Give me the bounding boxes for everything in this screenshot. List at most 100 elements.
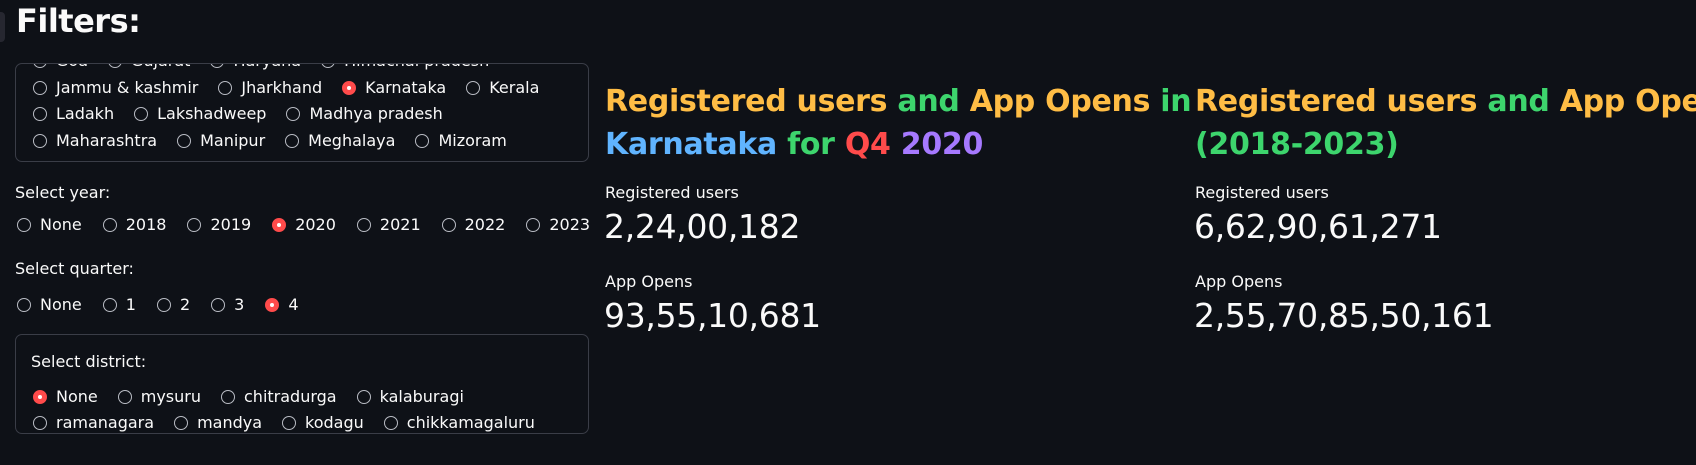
year-option-label: 2022 <box>464 215 506 234</box>
headline-segment: Registered users <box>1195 84 1478 119</box>
state-option-karnataka[interactable]: Karnataka <box>342 78 446 97</box>
headline-segment: in <box>1150 84 1192 119</box>
state-option-label: Jharkhand <box>241 78 323 97</box>
radio-selected-icon[interactable] <box>265 297 280 312</box>
state-option-label: Manipur <box>200 131 266 150</box>
headline-segment: App Opens <box>969 84 1151 119</box>
year-option-2022[interactable]: 2022 <box>441 215 506 234</box>
radio-unselected-icon[interactable] <box>221 389 235 404</box>
overall-headline-line2: (2018-2023) <box>1195 123 1399 166</box>
district-option-ramanagara[interactable]: ramanagara <box>33 413 154 432</box>
radio-unselected-icon[interactable] <box>282 415 297 430</box>
state-registered-label: Registered users <box>605 183 739 202</box>
state-option-label: Jammu & kashmir <box>56 78 199 97</box>
quarter-option-4[interactable]: 4 <box>265 295 299 314</box>
radio-unselected-icon[interactable] <box>383 415 398 430</box>
year-option-label: 2019 <box>210 215 252 234</box>
state-option-mizoram[interactable]: Mizoram <box>415 131 507 150</box>
radio-unselected-icon[interactable] <box>218 80 233 95</box>
radio-selected-icon[interactable] <box>33 389 47 404</box>
radio-unselected-icon[interactable] <box>17 297 31 312</box>
radio-unselected-icon[interactable] <box>356 217 371 232</box>
radio-unselected-icon[interactable] <box>102 297 117 312</box>
district-option-none[interactable]: None <box>33 387 98 406</box>
radio-unselected-icon[interactable] <box>210 64 225 68</box>
state-radio-row: Maharashtra Manipur Meghalaya Mizoram <box>33 131 527 150</box>
radio-unselected-icon[interactable] <box>286 106 301 121</box>
district-option-label: mandya <box>197 413 263 432</box>
year-option-label: 2023 <box>549 215 591 234</box>
year-option-2021[interactable]: 2021 <box>356 215 421 234</box>
state-option-maharashtra[interactable]: Maharashtra <box>33 131 157 150</box>
headline-segment: Q4 <box>844 127 891 162</box>
radio-unselected-icon[interactable] <box>177 133 192 148</box>
radio-unselected-icon[interactable] <box>134 106 149 121</box>
state-option-goa[interactable]: Goa <box>33 64 88 70</box>
radio-unselected-icon[interactable] <box>117 389 132 404</box>
headline-segment: Karnataka <box>605 127 777 162</box>
year-option-none[interactable]: None <box>17 215 82 234</box>
state-option-label: Goa <box>56 64 88 70</box>
district-selector[interactable]: Select district: None mysuru chitradurga ka… <box>15 334 589 434</box>
radio-unselected-icon[interactable] <box>211 297 226 312</box>
quarter-option-3[interactable]: 3 <box>211 295 244 314</box>
radio-unselected-icon[interactable] <box>102 217 117 232</box>
state-option-ladakh[interactable]: Ladakh <box>33 104 114 123</box>
radio-unselected-icon[interactable] <box>174 415 189 430</box>
radio-unselected-icon[interactable] <box>33 80 47 95</box>
sidebar-edge[interactable] <box>0 12 5 42</box>
year-option-2023[interactable]: 2023 <box>526 215 590 234</box>
quarter-radio-group: None 1 2 3 4 <box>17 295 320 314</box>
state-option-madhya-pradesh[interactable]: Madhya pradesh <box>286 104 443 123</box>
radio-unselected-icon[interactable] <box>17 217 31 232</box>
district-option-chikkamagaluru[interactable]: chikkamagaluru <box>383 413 535 432</box>
state-option-jammu-kashmir[interactable]: Jammu & kashmir <box>33 78 198 97</box>
radio-unselected-icon[interactable] <box>33 106 47 121</box>
district-option-kodagu[interactable]: kodagu <box>282 413 364 432</box>
state-selector[interactable]: Goa Gujarat Haryana Himachal pradesh Jammu &… <box>15 63 589 162</box>
state-option-himachal-pradesh[interactable]: Himachal pradesh <box>321 64 489 70</box>
year-option-2019[interactable]: 2019 <box>187 215 251 234</box>
year-label: Select year: <box>15 183 111 202</box>
radio-unselected-icon[interactable] <box>441 217 456 232</box>
district-label: Select district: <box>31 352 147 371</box>
state-option-haryana[interactable]: Haryana <box>210 64 301 70</box>
state-radio-row: Goa Gujarat Haryana Himachal pradesh <box>33 64 509 70</box>
quarter-option-1[interactable]: 1 <box>102 295 136 314</box>
quarter-option-2[interactable]: 2 <box>156 295 190 314</box>
headline-segment: and <box>887 84 970 119</box>
district-option-chitradurga[interactable]: chitradurga <box>221 387 337 406</box>
radio-unselected-icon[interactable] <box>108 64 122 68</box>
radio-unselected-icon[interactable] <box>33 415 47 430</box>
radio-unselected-icon[interactable] <box>33 133 47 148</box>
radio-unselected-icon[interactable] <box>285 133 300 148</box>
district-option-mysuru[interactable]: mysuru <box>117 387 201 406</box>
radio-unselected-icon[interactable] <box>33 64 47 68</box>
state-option-manipur[interactable]: Manipur <box>177 131 265 150</box>
state-option-gujarat[interactable]: Gujarat <box>108 64 190 70</box>
state-option-lakshadweep[interactable]: Lakshadweep <box>134 104 266 123</box>
district-option-label: chikkamagaluru <box>406 413 535 432</box>
district-radio-row: ramanagara mandya kodagu chikkamagaluru <box>33 413 555 432</box>
state-option-jharkhand[interactable]: Jharkhand <box>218 78 322 97</box>
radio-selected-icon[interactable] <box>342 80 357 95</box>
radio-unselected-icon[interactable] <box>356 389 371 404</box>
district-option-kalaburagi[interactable]: kalaburagi <box>356 387 464 406</box>
year-option-2020[interactable]: 2020 <box>272 215 336 234</box>
radio-unselected-icon[interactable] <box>466 80 481 95</box>
radio-unselected-icon[interactable] <box>187 217 202 232</box>
headline-segment: (2018-2023) <box>1195 127 1399 162</box>
radio-selected-icon[interactable] <box>272 217 287 232</box>
year-radio-group: None 2018 2019 2020 2021 2022 2023 <box>17 215 611 234</box>
radio-unselected-icon[interactable] <box>526 217 541 232</box>
state-option-kerala[interactable]: Kerala <box>466 78 539 97</box>
quarter-option-none[interactable]: None <box>17 295 82 314</box>
state-option-meghalaya[interactable]: Meghalaya <box>285 131 395 150</box>
radio-unselected-icon[interactable] <box>321 64 336 68</box>
radio-unselected-icon[interactable] <box>156 297 171 312</box>
state-option-label: Gujarat <box>131 64 190 70</box>
radio-unselected-icon[interactable] <box>415 133 430 148</box>
year-option-2018[interactable]: 2018 <box>102 215 166 234</box>
headline-segment: 2020 <box>890 127 984 162</box>
district-option-mandya[interactable]: mandya <box>174 413 262 432</box>
